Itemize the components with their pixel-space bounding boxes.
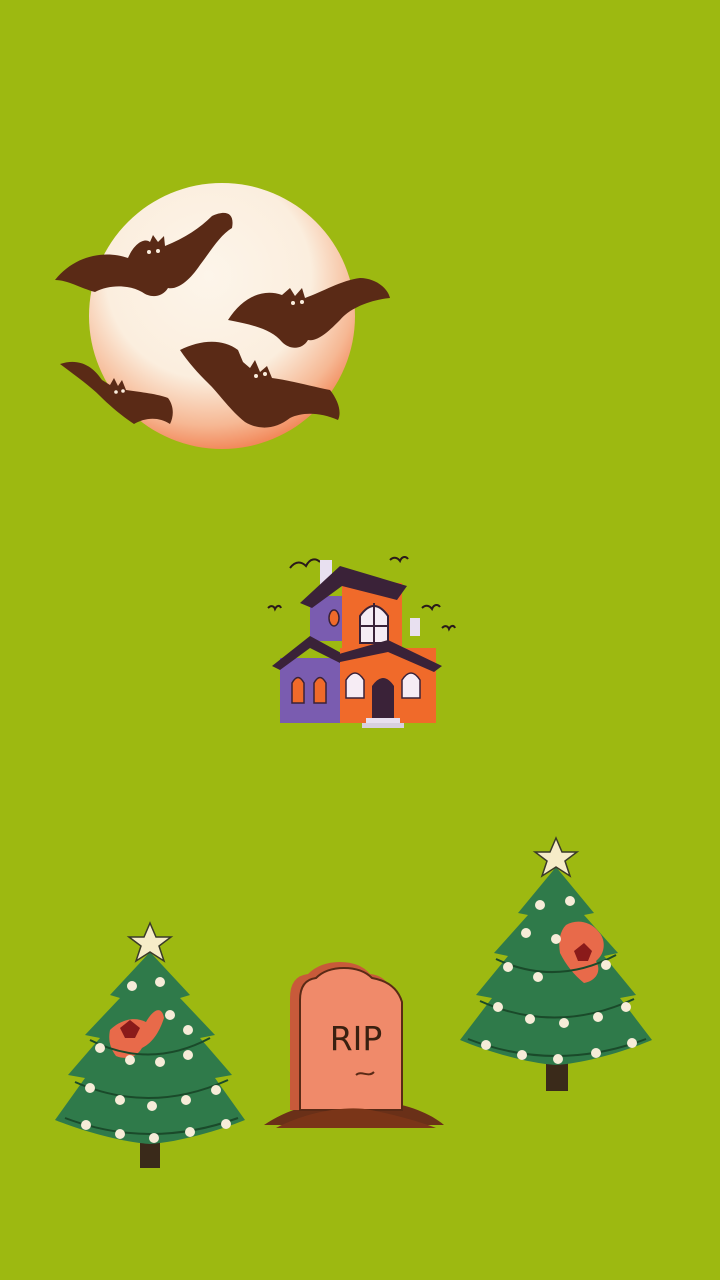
moon-with-bats-illustration bbox=[55, 183, 390, 449]
haunted-house-icon bbox=[267, 555, 456, 728]
halloween-scene: RIP bbox=[0, 0, 720, 1280]
tombstone-icon: RIP bbox=[264, 962, 444, 1128]
christmas-tree-icon bbox=[460, 836, 652, 1091]
tombstone-text: RIP bbox=[330, 1019, 383, 1058]
christmas-tree-icon bbox=[55, 921, 245, 1168]
